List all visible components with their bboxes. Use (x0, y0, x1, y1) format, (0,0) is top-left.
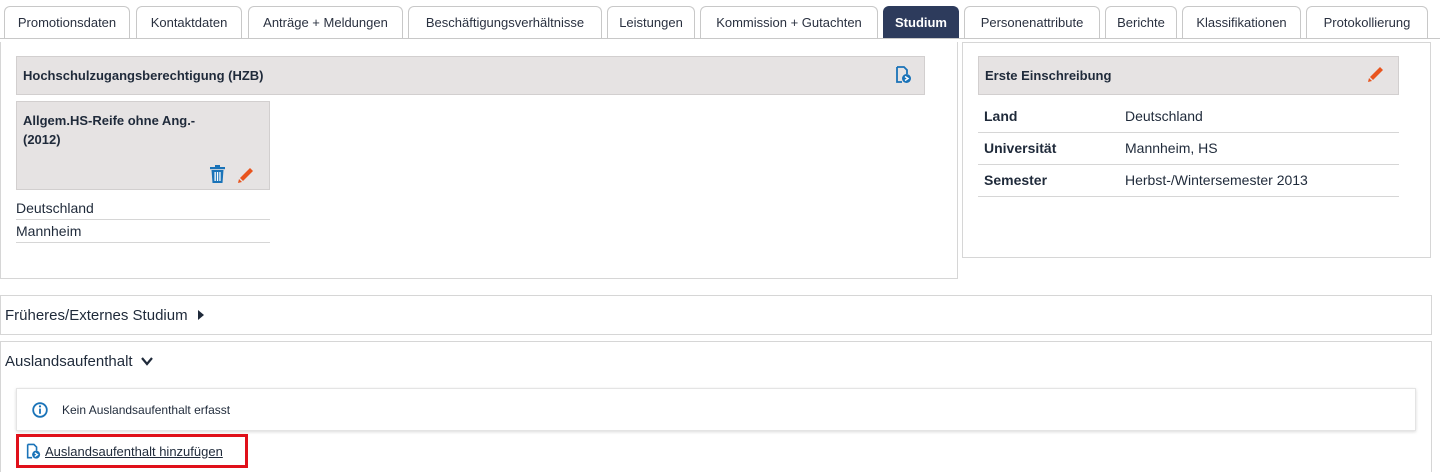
tab-protokollierung[interactable]: Protokollierung (1306, 6, 1428, 38)
kv-key: Land (984, 108, 1018, 124)
pencil-icon[interactable] (1367, 64, 1386, 83)
tab-promotionsdaten[interactable]: Promotionsdaten (4, 6, 130, 38)
list-item: Mannheim (16, 220, 270, 243)
hzb-header-title: Hochschulzugangsberechtigung (HZB) (23, 68, 264, 83)
auslandsaufenthalt-toggle[interactable]: Auslandsaufenthalt (5, 350, 153, 372)
pencil-icon[interactable] (237, 165, 256, 184)
erste-einschreibung-title: Erste Einschreibung (985, 68, 1112, 83)
info-message: Kein Auslandsaufenthalt erfasst (16, 388, 1416, 431)
add-document-icon (25, 443, 41, 460)
kv-value: Mannheim, HS (1125, 140, 1218, 156)
list-item: Deutschland (16, 197, 270, 220)
hzb-card-title: Allgem.HS-Reife ohne Ang.-(2012) (23, 113, 196, 147)
hzb-line-ort: Mannheim (16, 223, 82, 239)
hzb-header: Hochschulzugangsberechtigung (HZB) (16, 56, 925, 95)
hzb-line-land: Deutschland (16, 200, 94, 216)
chevron-right-icon (196, 309, 206, 321)
kv-row-land: Land Deutschland (978, 101, 1399, 133)
frueheres-studium-toggle[interactable]: Früheres/Externes Studium (5, 304, 206, 326)
kv-key: Universität (984, 140, 1057, 156)
chevron-down-icon (140, 356, 153, 366)
info-message-text: Kein Auslandsaufenthalt erfasst (62, 402, 231, 417)
info-icon (32, 401, 48, 418)
auslandsaufenthalt-title: Auslandsaufenthalt (5, 352, 133, 370)
kv-row-semester: Semester Herbst-/Wintersemester 2013 (978, 165, 1399, 197)
hzb-card: Allgem.HS-Reife ohne Ang.-(2012) (16, 101, 270, 190)
kv-value: Deutschland (1125, 108, 1203, 124)
tab-klassifikationen[interactable]: Klassifikationen (1182, 6, 1301, 38)
tab-studium[interactable]: Studium (883, 6, 959, 38)
tab-divider (0, 38, 1440, 39)
erste-einschreibung-header: Erste Einschreibung (978, 56, 1399, 95)
tab-personenattribute[interactable]: Personenattribute (964, 6, 1100, 38)
add-document-icon[interactable] (894, 66, 912, 84)
frueheres-studium-title: Früheres/Externes Studium (5, 306, 188, 324)
trash-icon[interactable] (209, 165, 226, 184)
tab-beschaeftigungsverhaeltnisse[interactable]: Beschäftigungsverhältnisse (408, 6, 602, 38)
add-auslandsaufenthalt-label: Auslandsaufenthalt hinzufügen (45, 443, 223, 459)
tab-bar: Promotionsdaten Kontaktdaten Anträge + M… (0, 0, 1440, 40)
tab-kontaktdaten[interactable]: Kontaktdaten (136, 6, 242, 38)
tab-berichte[interactable]: Berichte (1105, 6, 1177, 38)
add-auslandsaufenthalt-link[interactable]: Auslandsaufenthalt hinzufügen (16, 434, 248, 468)
kv-row-universitaet: Universität Mannheim, HS (978, 133, 1399, 165)
tab-kommission-gutachten[interactable]: Kommission + Gutachten (700, 6, 878, 38)
tab-antraege-meldungen[interactable]: Anträge + Meldungen (248, 6, 403, 38)
frueheres-studium-section (0, 295, 1432, 335)
kv-key: Semester (984, 172, 1048, 188)
tab-leistungen[interactable]: Leistungen (607, 6, 695, 38)
kv-value: Herbst-/Wintersemester 2013 (1125, 172, 1308, 188)
